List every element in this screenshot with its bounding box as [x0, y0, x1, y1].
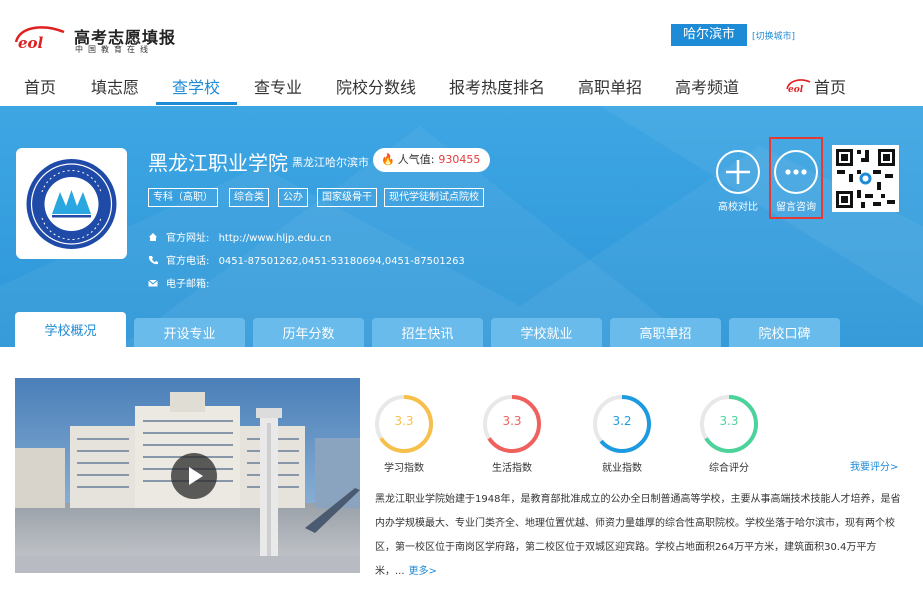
popularity-value: 930455: [438, 153, 481, 166]
tab-reviews[interactable]: 院校口碑: [729, 318, 840, 347]
nav-item-fill-application[interactable]: 填志愿: [91, 74, 139, 98]
main-nav: 首页 填志愿 查学校 查专业 院校分数线 报考热度排名 高职单招 高考频道 eo…: [0, 62, 923, 106]
nav-item-vocational[interactable]: 高职单招: [578, 74, 642, 98]
tag-level: 专科（高职）: [148, 188, 218, 207]
rating-value: 3.2: [612, 414, 632, 428]
website-label: 官方网址:: [166, 233, 210, 244]
email-row: 电子邮箱:: [148, 275, 215, 290]
home-icon: [149, 233, 157, 241]
top-bar: eol 高考志愿填报 中国教育在线 哈尔滨市 [切换城市]: [0, 0, 923, 62]
compare-label: 高校对比: [718, 202, 758, 213]
tag-ownership: 公办: [278, 188, 308, 207]
tag-type: 综合类: [229, 188, 269, 207]
phone-icon: [148, 256, 158, 265]
phone-value: 0451-87501262,0451-53180694,0451-8750126…: [218, 256, 465, 267]
more-link[interactable]: 更多>: [409, 566, 437, 577]
qr-code-icon: [832, 145, 899, 212]
rating-gauge: 3.3 生活指数: [480, 392, 544, 474]
phone-row: 官方电话: 0451-87501262,0451-53180694,0451-8…: [148, 252, 465, 267]
svg-text:eol: eol: [18, 34, 44, 52]
rating-label: 学习指数: [384, 463, 424, 474]
tab-majors[interactable]: 开设专业: [134, 318, 245, 347]
school-emblem-icon: [26, 159, 117, 249]
logo-subtitle: 中国教育在线: [75, 45, 153, 54]
rating-value: 3.3: [719, 414, 739, 428]
rating-gauge: 3.2 就业指数: [590, 392, 654, 474]
rating-gauge: 3.3 综合评分: [697, 392, 761, 474]
flame-icon: 🔥: [381, 153, 395, 166]
phone-label: 官方电话:: [166, 256, 210, 267]
current-city-button[interactable]: 哈尔滨市: [671, 24, 747, 46]
tab-vocational-admission[interactable]: 高职单招: [610, 318, 721, 347]
switch-city-link[interactable]: [切换城市]: [752, 29, 795, 42]
nav-item-popularity-rank[interactable]: 报考热度排名: [449, 74, 545, 98]
plus-circle-icon: [716, 150, 760, 194]
website-row: 官方网址: http://www.hljp.edu.cn: [148, 229, 331, 244]
rating-label: 就业指数: [602, 463, 642, 474]
eol-small-logo-icon: eol: [786, 79, 811, 94]
tag-apprenticeship: 现代学徒制试点院校: [384, 188, 484, 207]
school-logo-card: [16, 148, 127, 259]
tab-historical-scores[interactable]: 历年分数: [253, 318, 364, 347]
rating-value: 3.3: [394, 414, 414, 428]
tag-national-backbone: 国家级骨干: [317, 188, 377, 207]
tab-admission-news[interactable]: 招生快讯: [372, 318, 483, 347]
popularity-badge: 🔥 人气值: 930455: [373, 148, 491, 172]
tab-school-overview[interactable]: 学校概况: [15, 312, 126, 347]
school-location: 黑龙江哈尔滨市: [292, 156, 369, 169]
rating-gauge: 3.3 学习指数: [372, 392, 436, 474]
tab-employment[interactable]: 学校就业: [491, 318, 602, 347]
website-link[interactable]: http://www.hljp.edu.cn: [219, 233, 332, 244]
email-label: 电子邮箱:: [166, 279, 210, 290]
svg-text:eol: eol: [788, 85, 804, 94]
nav-item-eol-home[interactable]: 首页: [814, 74, 846, 98]
description-text: 黑龙江职业学院始建于1948年，是教育部批准成立的公办全日制普通高等学校，主要从…: [375, 494, 901, 577]
nav-item-find-major[interactable]: 查专业: [254, 74, 302, 98]
rating-label: 生活指数: [492, 463, 532, 474]
play-icon[interactable]: [171, 453, 217, 499]
rating-label: 综合评分: [709, 463, 749, 474]
nav-item-gaokao-channel[interactable]: 高考频道: [675, 74, 739, 98]
nav-item-school-scores[interactable]: 院校分数线: [336, 74, 416, 98]
rating-value: 3.3: [502, 414, 522, 428]
rate-school-link[interactable]: 我要评分>: [850, 458, 898, 473]
mail-icon: [148, 279, 158, 287]
campus-video-thumbnail[interactable]: [15, 378, 360, 573]
eol-logo-icon: eol: [14, 26, 65, 52]
nav-item-find-school[interactable]: 查学校: [172, 74, 220, 98]
school-header-banner: 黑龙江职业学院 黑龙江哈尔滨市 🔥 人气值: 930455 专科（高职） 综合类 公…: [0, 106, 923, 347]
consult-highlight-box: [769, 137, 823, 219]
school-tabs: 学校概况 开设专业 历年分数 招生快讯 学校就业 高职单招 院校口碑: [0, 312, 923, 347]
nav-item-home[interactable]: 首页: [24, 74, 56, 98]
nav-active-indicator: [156, 102, 237, 105]
school-description: 黑龙江职业学院始建于1948年，是教育部批准成立的公办全日制普通高等学校，主要从…: [375, 488, 905, 584]
popularity-label: 人气值:: [397, 153, 435, 166]
school-name: 黑龙江职业学院: [148, 151, 288, 175]
compare-button[interactable]: 高校对比: [712, 150, 764, 213]
